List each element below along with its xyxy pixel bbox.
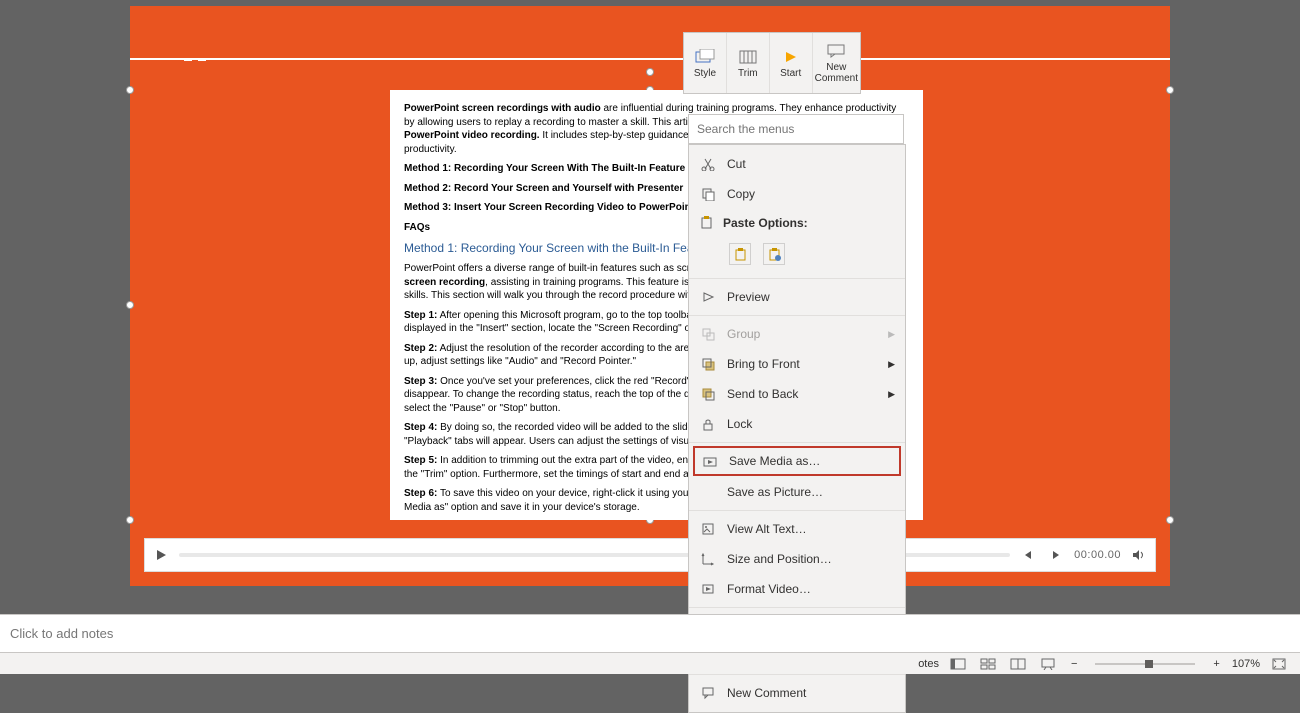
bring-front-icon <box>699 355 717 373</box>
menu-cut[interactable]: Cut <box>689 149 905 179</box>
comment-icon <box>826 42 846 60</box>
view-sorter-button[interactable] <box>977 656 999 672</box>
menu-paste-header: Paste Options: <box>689 209 905 237</box>
step-back-icon <box>1023 550 1033 560</box>
mini-start-button[interactable]: Start <box>770 33 813 93</box>
menu-save-media[interactable]: Save Media as… <box>693 446 901 476</box>
menu-save-picture[interactable]: Save as Picture… <box>689 477 905 507</box>
alt-text-icon <box>699 520 717 538</box>
group-icon <box>699 325 717 343</box>
zoom-slider[interactable] <box>1095 663 1195 665</box>
menu-search[interactable] <box>688 114 904 144</box>
cut-icon <box>699 155 717 173</box>
paste-options-row <box>689 237 905 275</box>
menu-format-video[interactable]: Format Video… <box>689 574 905 604</box>
selection-handle[interactable] <box>126 86 134 94</box>
paste-icon <box>699 215 713 232</box>
view-normal-button[interactable] <box>947 656 969 672</box>
menu-new-comment[interactable]: New Comment <box>689 678 905 708</box>
notes-pane[interactable]: Click to add notes <box>0 614 1300 652</box>
view-slideshow-button[interactable] <box>1037 656 1059 672</box>
slide-divider <box>130 58 1170 60</box>
zoom-in-button[interactable]: + <box>1209 658 1223 670</box>
view-reading-button[interactable] <box>1007 656 1029 672</box>
notes-placeholder: Click to add notes <box>10 626 113 641</box>
selection-handle[interactable] <box>126 301 134 309</box>
selection-handle[interactable] <box>1166 86 1174 94</box>
slide-editor[interactable]: PowerPoint screen recordings with audio … <box>0 0 1300 614</box>
step-forward-icon <box>1051 550 1061 560</box>
menu-preview[interactable]: Preview <box>689 282 905 312</box>
save-pic-icon <box>699 483 717 501</box>
trim-icon <box>738 48 758 66</box>
paste-option-1[interactable] <box>729 243 751 265</box>
lock-icon <box>699 415 717 433</box>
copy-icon <box>699 185 717 203</box>
menu-alt-text[interactable]: View Alt Text… <box>689 514 905 544</box>
style-icon <box>695 48 715 66</box>
media-player-bar: 00:00.00 <box>144 538 1156 572</box>
save-media-icon <box>701 452 719 470</box>
play-button[interactable] <box>151 545 171 565</box>
status-bar: otes − + 107% <box>0 652 1300 674</box>
rotation-handle[interactable] <box>646 68 654 76</box>
chevron-right-icon: ▶ <box>888 329 895 340</box>
volume-icon <box>1132 549 1146 561</box>
selection-handle[interactable] <box>126 516 134 524</box>
step-back-button[interactable] <box>1018 545 1038 565</box>
menu-copy[interactable]: Copy <box>689 179 905 209</box>
paste-option-2[interactable] <box>763 243 785 265</box>
mini-toolbar: Style Trim Start NewComment <box>683 32 861 94</box>
mini-new-comment-button[interactable]: NewComment <box>813 33 860 93</box>
mini-style-button[interactable]: Style <box>684 33 727 93</box>
menu-send-back[interactable]: Send to Back ▶ <box>689 379 905 409</box>
step-forward-button[interactable] <box>1046 545 1066 565</box>
menu-size-position[interactable]: Size and Position… <box>689 544 905 574</box>
zoom-out-button[interactable]: − <box>1067 658 1081 670</box>
play-icon <box>155 549 167 561</box>
slide[interactable]: PowerPoint screen recordings with audio … <box>130 6 1170 586</box>
slide-dots <box>184 59 206 61</box>
menu-bring-front[interactable]: Bring to Front ▶ <box>689 349 905 379</box>
zoom-level[interactable]: 107% <box>1232 658 1260 670</box>
status-notes-label[interactable]: otes <box>918 658 939 670</box>
player-time: 00:00.00 <box>1074 549 1121 561</box>
selection-handle[interactable] <box>1166 516 1174 524</box>
new-comment-icon <box>699 684 717 702</box>
chevron-right-icon: ▶ <box>888 389 895 400</box>
format-video-icon <box>699 580 717 598</box>
chevron-right-icon: ▶ <box>888 359 895 370</box>
start-icon <box>781 48 801 66</box>
menu-lock[interactable]: Lock <box>689 409 905 439</box>
menu-search-input[interactable] <box>697 122 895 136</box>
volume-button[interactable] <box>1129 545 1149 565</box>
preview-icon <box>699 288 717 306</box>
fit-window-button[interactable] <box>1268 656 1290 672</box>
size-icon <box>699 550 717 568</box>
zoom-thumb[interactable] <box>1145 660 1153 668</box>
mini-trim-button[interactable]: Trim <box>727 33 770 93</box>
menu-group: Group ▶ <box>689 319 905 349</box>
send-back-icon <box>699 385 717 403</box>
